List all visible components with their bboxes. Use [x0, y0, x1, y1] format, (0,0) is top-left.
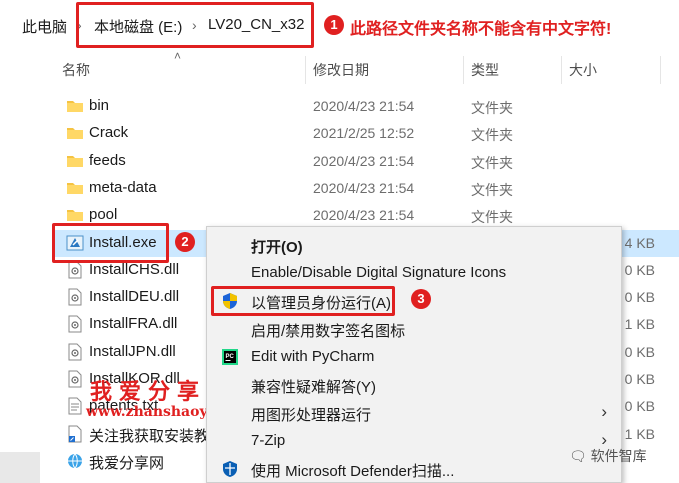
file-name: 我爱分享网: [89, 454, 165, 472]
file-name: InstallFRA.dll: [89, 315, 178, 333]
menu-item-edit-pycharm[interactable]: PC Edit with PyCharm: [207, 343, 621, 371]
menu-item-label: 7-Zip: [251, 432, 286, 449]
file-row[interactable]: bin 2020/4/23 21:54 文件夹: [55, 93, 679, 120]
file-size: 0 KB: [624, 398, 655, 415]
folder-icon: [66, 124, 84, 142]
file-name: InstallCHS.dll: [89, 260, 180, 278]
navigation-pane[interactable]: [0, 52, 40, 483]
step-3-badge: 3: [411, 289, 431, 309]
file-name: meta-data: [89, 178, 157, 196]
menu-item-label: Enable/Disable Digital Signature Icons: [251, 264, 507, 281]
path-note: 此路径文件夹名称不能含有中文字符!: [350, 21, 612, 38]
column-divider[interactable]: [305, 56, 306, 84]
text-file-icon: [66, 397, 84, 415]
wechat-watermark: 🗨 软件智库: [569, 446, 647, 466]
menu-item-label: Edit with PyCharm: [251, 348, 375, 365]
context-menu: 打开(O) Enable/Disable Digital Signature Ic…: [206, 226, 622, 483]
column-header-date[interactable]: 修改日期: [313, 60, 369, 80]
submenu-arrow-icon: ›: [601, 402, 607, 421]
step-2-badge: 2: [175, 232, 195, 252]
file-size: 0 KB: [624, 371, 655, 387]
file-date: 2020/4/23 21:54: [313, 152, 415, 169]
defender-icon: [221, 460, 239, 478]
file-type: 文件夹: [471, 100, 513, 116]
highlight-path-box: [76, 2, 314, 48]
file-date: 2020/4/23 21:54: [313, 98, 415, 114]
menu-item-open[interactable]: 打开(O): [207, 231, 621, 259]
file-name: InstallJPN.dll: [89, 342, 176, 360]
column-header-name[interactable]: 名称: [62, 60, 90, 80]
column-divider[interactable]: [561, 56, 562, 84]
menu-item-label: 用图形处理器运行: [251, 407, 372, 424]
folder-icon: [66, 179, 84, 197]
file-name: 关注我获取安装教: [89, 427, 210, 445]
file-date: 2021/2/25 12:52: [313, 125, 415, 142]
file-size: 0 KB: [624, 289, 655, 306]
folder-icon: [66, 152, 84, 170]
file-name: feeds: [89, 151, 126, 169]
menu-item-toggle-signature[interactable]: 启用/禁用数字签名图标: [207, 315, 621, 343]
file-size: 4 KB: [624, 234, 655, 251]
file-type: 文件夹: [471, 181, 513, 198]
file-row[interactable]: Crack 2021/2/25 12:52 文件夹: [55, 120, 679, 147]
column-divider[interactable]: [660, 56, 661, 84]
dll-icon: [66, 315, 84, 333]
file-date: 2020/4/23 21:54: [313, 179, 415, 196]
file-row[interactable]: meta-data 2020/4/23 21:54 文件夹: [55, 175, 679, 202]
menu-item-label: 启用/禁用数字签名图标: [251, 323, 406, 340]
file-row[interactable]: feeds 2020/4/23 21:54 文件夹: [55, 148, 679, 175]
file-name: bin: [89, 97, 110, 114]
file-size: 0 KB: [624, 343, 655, 360]
highlight-run-as-admin-box: [211, 286, 395, 316]
wechat-account-name: 软件智库: [590, 448, 647, 464]
file-size: 1 KB: [624, 425, 655, 442]
wechat-icon: 🗨: [569, 448, 587, 464]
internet-shortcut-icon: [66, 452, 84, 470]
folder-icon: [66, 206, 84, 224]
menu-item-label: 使用 Microsoft Defender扫描...: [251, 463, 455, 480]
sort-ascending-icon: ˄: [174, 49, 182, 63]
column-header-type[interactable]: 类型: [471, 60, 499, 80]
dll-icon: [66, 288, 84, 306]
folder-icon: [66, 97, 84, 115]
file-size: 0 KB: [624, 261, 655, 278]
dll-icon: [66, 343, 84, 361]
pycharm-icon: PC: [221, 348, 239, 366]
menu-item-label: 打开(O): [251, 239, 303, 256]
dll-icon: [66, 261, 84, 279]
file-name: pool: [89, 206, 118, 224]
breadcrumb-this-pc[interactable]: 此电脑: [22, 16, 67, 37]
menu-item-defender-scan[interactable]: 使用 Microsoft Defender扫描...: [207, 455, 621, 483]
explorer-window: 此电脑 › 本地磁盘 (E:) › LV20_CN_x32 1 此路径文件夹名称…: [0, 0, 679, 483]
navigation-pane-footer: [0, 452, 40, 483]
menu-item-run-with-gpu[interactable]: 用图形处理器运行 ›: [207, 399, 621, 427]
file-name: InstallDEU.dll: [89, 288, 180, 306]
svg-text:PC: PC: [226, 354, 235, 360]
highlight-install-box: [52, 223, 169, 263]
file-type: 文件夹: [471, 154, 513, 171]
menu-item-signature-icons[interactable]: Enable/Disable Digital Signature Icons: [207, 259, 621, 287]
file-date: 2020/4/23 21:54: [313, 207, 415, 224]
column-header-size[interactable]: 大小: [569, 60, 597, 80]
menu-item-label: 兼容性疑难解答(Y): [251, 379, 376, 396]
shortcut-icon: [66, 425, 84, 443]
file-size: 1 KB: [624, 316, 655, 333]
file-type: 文件夹: [471, 209, 513, 226]
file-type: 文件夹: [471, 127, 513, 144]
step-1-badge: 1: [324, 15, 344, 35]
file-name: Crack: [89, 124, 129, 142]
menu-item-compat-troubleshoot[interactable]: 兼容性疑难解答(Y): [207, 371, 621, 399]
column-divider[interactable]: [463, 56, 464, 84]
dll-icon: [66, 370, 84, 388]
menu-item-7zip[interactable]: 7-Zip ›: [207, 427, 621, 455]
